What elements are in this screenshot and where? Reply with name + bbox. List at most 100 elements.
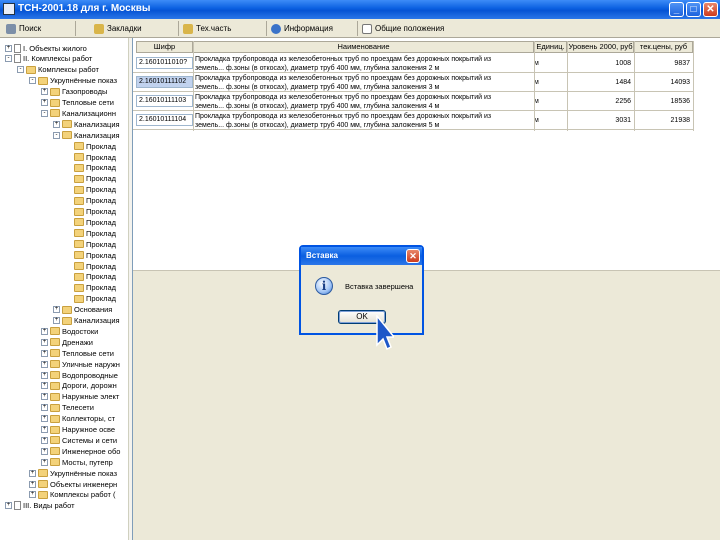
close-button[interactable]: ✕ [703, 2, 718, 17]
tree-item[interactable]: Проклад [65, 174, 116, 184]
tree-item[interactable]: Проклад [65, 152, 116, 162]
dialog-close-button[interactable]: ✕ [406, 249, 420, 263]
collapse-icon[interactable]: - [29, 77, 36, 85]
tree-item[interactable]: + Канализация [53, 119, 120, 129]
tree-item-label: Проклад [86, 250, 117, 260]
tree-item[interactable]: Проклад [65, 217, 116, 227]
tree-item[interactable]: Проклад [65, 261, 116, 271]
tree-item[interactable]: + Водостоки [41, 326, 98, 336]
table-row[interactable]: 2.16010111102 м 1484 14093 Прокладка трубопр… [133, 73, 693, 92]
tree-item[interactable]: - Комплексы работ [17, 65, 99, 75]
tree-item[interactable]: + Коллекторы, ст [41, 414, 115, 424]
column-header-price-2000[interactable]: Уровень 2000, руб [567, 41, 634, 53]
expand-icon[interactable]: + [5, 44, 12, 52]
tree-item[interactable]: + Дороги, дорожн [41, 381, 117, 391]
column-header-code[interactable]: Шифр [136, 41, 193, 53]
expand-icon[interactable]: + [41, 404, 48, 412]
folder-icon [38, 480, 48, 488]
tree-item[interactable]: Проклад [65, 141, 116, 151]
column-header-current-price[interactable]: тек.цены, руб [634, 41, 693, 53]
tree-item[interactable]: + Системы и сети [41, 435, 117, 445]
expand-icon[interactable]: + [41, 447, 48, 455]
expand-icon[interactable]: + [41, 99, 48, 106]
maximize-button[interactable]: □ [686, 2, 701, 17]
expand-icon[interactable]: + [41, 415, 48, 423]
collapse-icon[interactable]: - [41, 109, 48, 117]
column-header-name[interactable]: Наименование [193, 41, 534, 53]
tree-item[interactable]: + Дренажи [41, 337, 93, 347]
tree-item[interactable]: - Укрупнённые показ [29, 76, 117, 86]
expand-icon[interactable]: + [53, 317, 60, 324]
table-row[interactable]: 2.1601011010? м 1008 9837 Прокладка трубопро… [133, 54, 693, 73]
tree-item[interactable]: + Канализация [53, 316, 120, 326]
expand-icon[interactable]: + [41, 349, 48, 357]
tree-item[interactable]: + Тепловые сети [41, 98, 114, 108]
expand-icon[interactable]: + [53, 306, 60, 314]
collapse-icon[interactable]: - [17, 66, 24, 74]
tree-item[interactable]: - Канализационн [41, 108, 116, 118]
tree-item[interactable]: + Газопроводы [41, 87, 107, 97]
tree-item[interactable]: + III. Виды работ [5, 501, 75, 511]
minimize-button[interactable]: _ [669, 2, 684, 17]
bookmarks-button[interactable]: Закладки [94, 22, 142, 35]
collapse-icon[interactable]: - [53, 131, 60, 139]
expand-icon[interactable]: + [29, 469, 36, 477]
expand-icon[interactable]: + [41, 393, 48, 401]
expand-icon[interactable]: + [41, 426, 48, 433]
expand-icon[interactable]: + [29, 491, 36, 499]
general-provisions-button[interactable]: Общие положения [362, 22, 444, 35]
tree-item[interactable]: + Наружные элект [41, 392, 119, 402]
tree-item[interactable]: + I. Объекты жилого [5, 43, 87, 53]
collapse-icon[interactable]: - [5, 55, 12, 63]
search-button[interactable]: Поиск [6, 22, 41, 35]
expand-icon[interactable]: + [41, 436, 48, 444]
tree-item[interactable]: + Телесети [41, 403, 94, 413]
pencil-icon [94, 23, 104, 34]
tree-item[interactable]: - Канализация [53, 130, 120, 140]
tree-item[interactable]: Проклад [65, 283, 116, 293]
tree-item[interactable]: + Объекты инженерн [29, 479, 117, 489]
tree-item[interactable]: + Инженерное обо [41, 446, 120, 456]
folder-icon [50, 371, 60, 379]
tree-item[interactable]: Проклад [65, 207, 116, 217]
tree-item[interactable]: Проклад [65, 294, 116, 304]
tree-item[interactable]: + Укрупнённые показ [29, 468, 117, 478]
tree-item[interactable]: Проклад [65, 163, 116, 173]
tree-item[interactable]: + Тепловые сети [41, 348, 114, 358]
tree-item[interactable]: - II. Комплексы работ [5, 54, 92, 64]
information-button[interactable]: Информация [271, 22, 333, 35]
tree-item[interactable]: + Водопроводные [41, 370, 118, 380]
tree-item[interactable]: Проклад [65, 272, 116, 282]
tree-item[interactable]: Проклад [65, 228, 116, 238]
tree-item[interactable]: Проклад [65, 196, 116, 206]
tree-item[interactable]: + Мосты, путепр [41, 457, 113, 467]
tree-item[interactable]: Проклад [65, 185, 116, 195]
tree-scrollbar[interactable] [128, 38, 132, 540]
expand-icon[interactable]: + [41, 360, 48, 368]
tree-item-label: Мосты, путепр [62, 457, 113, 467]
table-row[interactable]: 2.16010111104 м 3031 21938 Прокладка трубопр… [133, 111, 693, 130]
expand-icon[interactable]: + [29, 480, 36, 488]
table-row[interactable]: 2.16010111103 м 2256 18536 Прокладка трубопр… [133, 92, 693, 111]
expand-icon[interactable]: + [41, 88, 48, 96]
expand-icon[interactable]: + [41, 327, 48, 335]
expand-icon[interactable]: + [41, 371, 48, 379]
results-table: Шифр Наименование Единиц. Уровень 2000, … [133, 38, 720, 271]
column-header-unit[interactable]: Единиц. [534, 41, 567, 53]
expand-icon[interactable]: + [41, 382, 48, 390]
expand-icon[interactable]: + [41, 458, 48, 466]
tree-item[interactable]: Проклад [65, 239, 116, 249]
tree-item[interactable]: + Основания [53, 305, 112, 315]
tree-item[interactable]: + Уличные наружн [41, 359, 120, 369]
tree-item[interactable]: + Комплексы работ ( [29, 490, 116, 500]
toolbar-separator [357, 21, 358, 36]
tech-part-button[interactable]: Тех.часть [183, 22, 231, 35]
tree-item[interactable]: + Наружное осве [41, 425, 115, 435]
expand-icon[interactable]: + [41, 338, 48, 346]
tree-item[interactable]: Проклад [65, 250, 116, 260]
folder-icon [74, 196, 84, 205]
expand-icon[interactable]: + [5, 502, 12, 510]
expand-icon[interactable]: + [53, 120, 60, 128]
catalog-tree[interactable]: + I. Объекты жилого - II. Комплексы работ - К… [0, 38, 133, 540]
cell-current-price: 21938 [670, 117, 690, 124]
